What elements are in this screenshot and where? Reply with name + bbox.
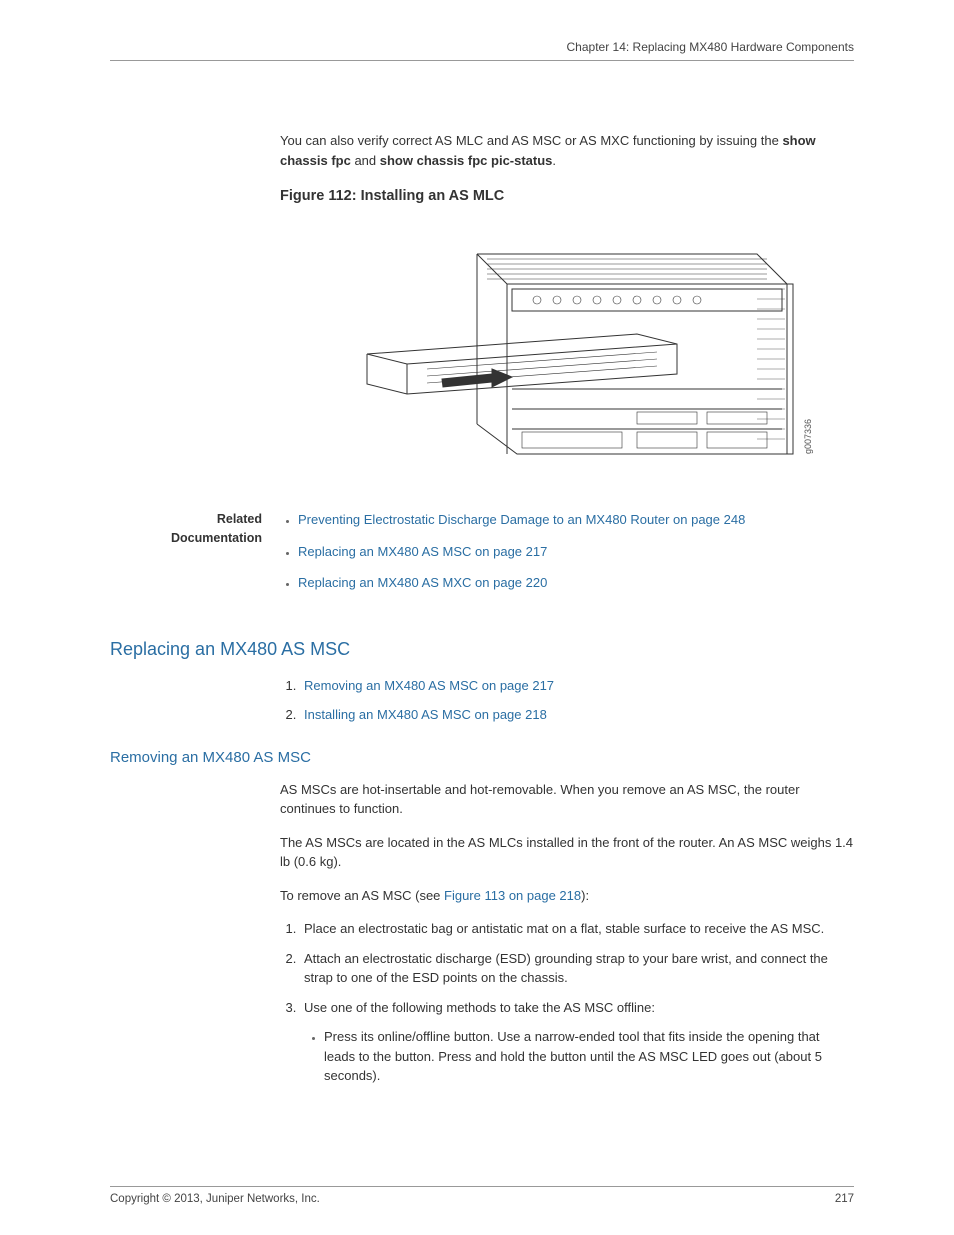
related-label: Related	[217, 512, 262, 526]
page-header: Chapter 14: Replacing MX480 Hardware Com…	[110, 40, 854, 61]
copyright-text: Copyright © 2013, Juniper Networks, Inc.	[110, 1193, 320, 1205]
related-label: Documentation	[171, 531, 262, 545]
related-link[interactable]: Replacing an MX480 AS MXC on page 220	[298, 575, 547, 590]
section-heading: Replacing an MX480 AS MSC	[110, 639, 854, 660]
toc-link[interactable]: Removing an MX480 AS MSC on page 217	[304, 678, 554, 693]
related-link[interactable]: Preventing Electrostatic Discharge Damag…	[298, 512, 745, 527]
cmd-text: show chassis fpc pic-status	[380, 153, 553, 168]
figure-id: g007336	[803, 419, 813, 454]
procedure-step-text: Use one of the following methods to take…	[304, 1000, 655, 1015]
body-paragraph: The AS MSCs are located in the AS MLCs i…	[280, 833, 854, 872]
procedure-list: Place an electrostatic bag or antistatic…	[280, 919, 854, 1086]
related-link-item: Replacing an MX480 AS MXC on page 220	[298, 573, 854, 593]
page-footer: Copyright © 2013, Juniper Networks, Inc.…	[110, 1186, 854, 1205]
body-text: ):	[581, 888, 589, 903]
figure-image: g007336	[337, 224, 797, 484]
related-link-item: Replacing an MX480 AS MSC on page 217	[298, 542, 854, 562]
related-documentation: Related Documentation Preventing Electro…	[110, 510, 854, 605]
intro-text: .	[552, 153, 556, 168]
body-paragraph: To remove an AS MSC (see Figure 113 on p…	[280, 886, 854, 906]
figure-caption: Figure 112: Installing an AS MLC	[280, 188, 854, 204]
intro-text: You can also verify correct AS MLC and A…	[280, 133, 782, 148]
section-toc: Removing an MX480 AS MSC on page 217 Ins…	[280, 676, 854, 725]
procedure-step: Place an electrostatic bag or antistatic…	[300, 919, 854, 939]
related-link[interactable]: Replacing an MX480 AS MSC on page 217	[298, 544, 547, 559]
figure-link[interactable]: Figure 113 on page 218	[444, 888, 581, 903]
toc-item: Installing an MX480 AS MSC on page 218	[300, 705, 854, 725]
intro-text: and	[351, 153, 380, 168]
subsection-heading: Removing an MX480 AS MSC	[110, 749, 854, 766]
toc-item: Removing an MX480 AS MSC on page 217	[300, 676, 854, 696]
page-number: 217	[835, 1193, 854, 1205]
procedure-step: Attach an electrostatic discharge (ESD) …	[300, 949, 854, 988]
body-text: To remove an AS MSC (see	[280, 888, 444, 903]
procedure-step: Use one of the following methods to take…	[300, 998, 854, 1086]
intro-paragraph: You can also verify correct AS MLC and A…	[280, 131, 854, 170]
procedure-substep: Press its online/offline button. Use a n…	[324, 1027, 854, 1086]
toc-link[interactable]: Installing an MX480 AS MSC on page 218	[304, 707, 547, 722]
body-paragraph: AS MSCs are hot-insertable and hot-remov…	[280, 780, 854, 819]
related-link-item: Preventing Electrostatic Discharge Damag…	[298, 510, 854, 530]
